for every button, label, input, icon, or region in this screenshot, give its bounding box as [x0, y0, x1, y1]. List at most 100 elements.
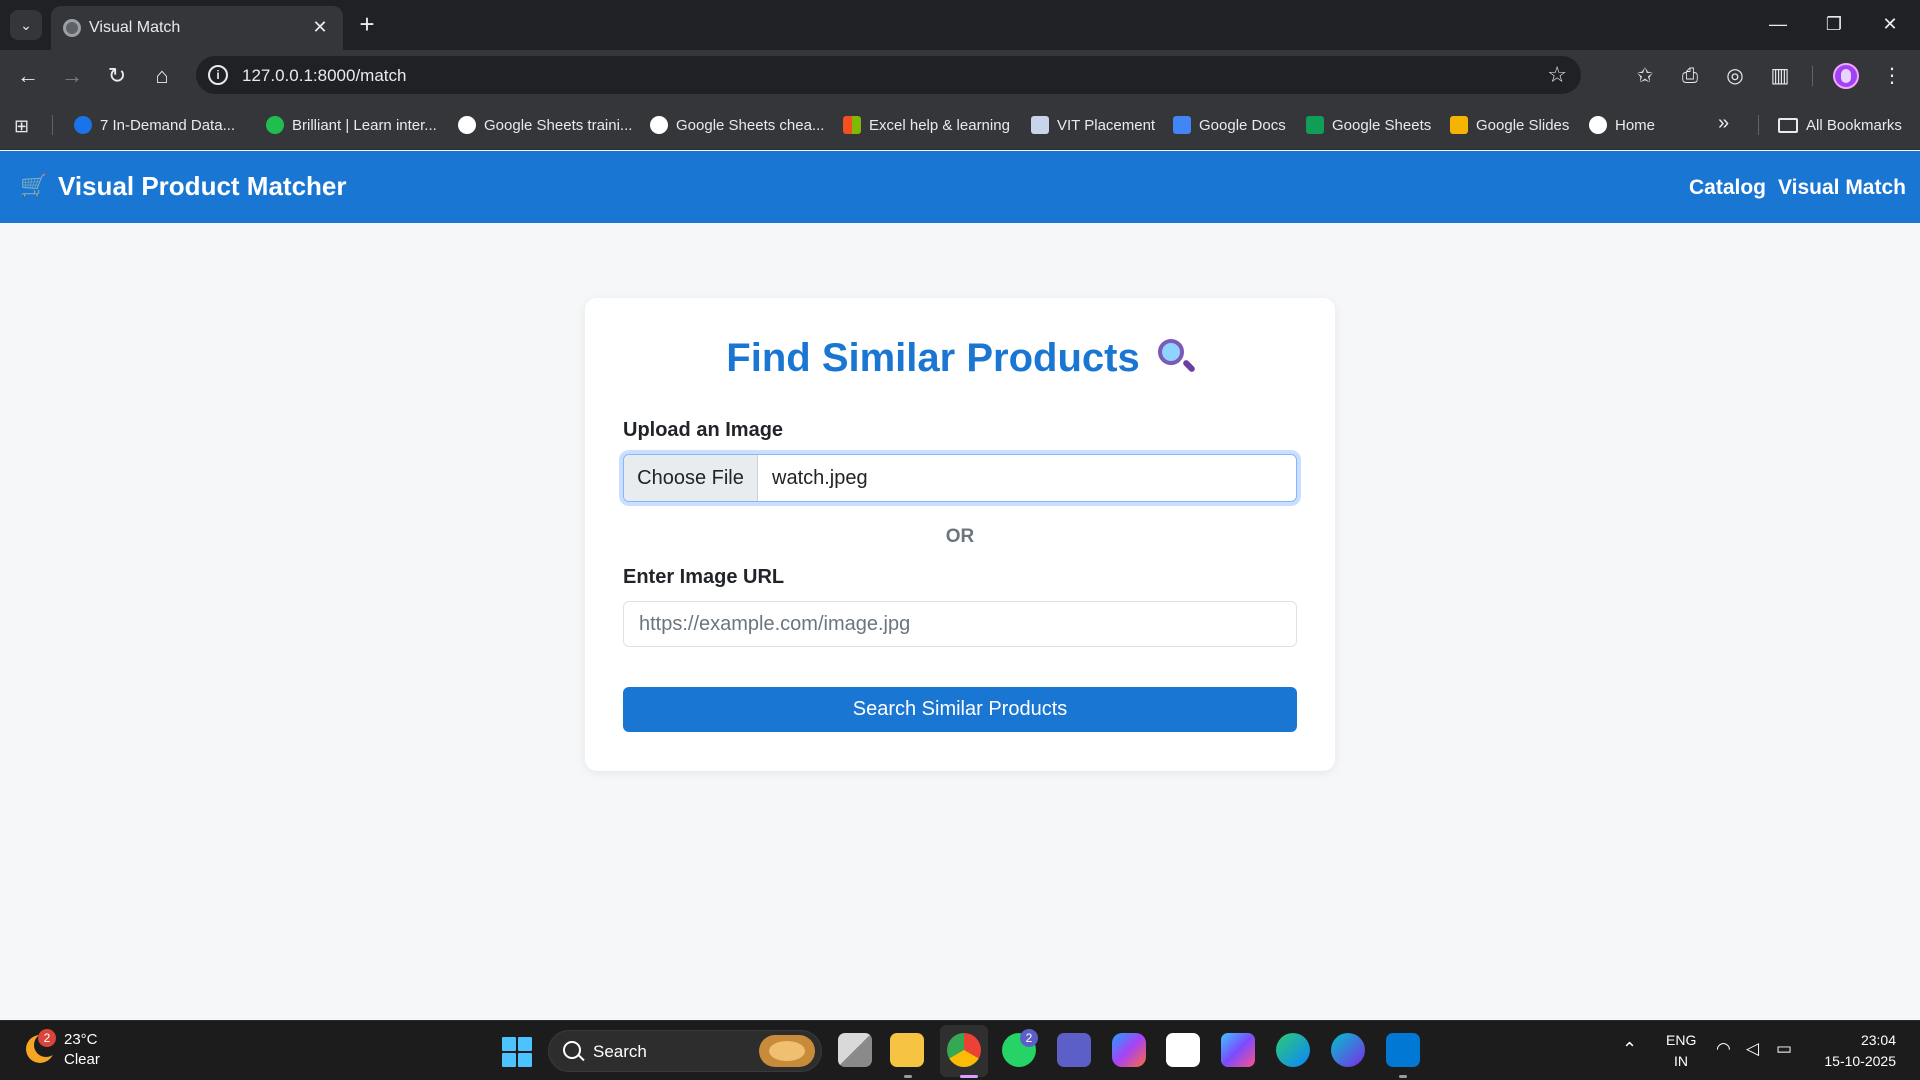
nav-link-visual-match[interactable]: Visual Match	[1778, 176, 1906, 200]
whatsapp-badge: 2	[1020, 1029, 1038, 1047]
screenshot-icon[interactable]: ◎	[1720, 61, 1750, 91]
more-bookmarks-icon[interactable]: »	[1718, 112, 1729, 135]
windows-start-icon[interactable]	[502, 1037, 532, 1067]
weather-temperature[interactable]: 23°C	[64, 1031, 98, 1048]
page-title: Find Similar Products	[585, 336, 1335, 381]
bookmark-item[interactable]: VIT Placement	[1031, 113, 1155, 137]
bookmark-item[interactable]: Google Slides	[1450, 113, 1569, 137]
new-tab-button[interactable]: +	[352, 10, 382, 40]
wifi-icon[interactable]: ◠	[1716, 1039, 1731, 1059]
reading-mode-icon[interactable]: ▥	[1765, 61, 1795, 91]
bookmark-item[interactable]: Google Sheets chea...	[650, 113, 824, 137]
google-icon	[650, 116, 668, 134]
arrow-right-icon: →	[61, 63, 83, 88]
tab-visual-match[interactable]: Visual Match ✕	[51, 6, 343, 50]
browser-tab-strip: ⌄ Visual Match ✕ + — ❐ ✕	[0, 0, 1920, 50]
running-indicator	[904, 1075, 912, 1078]
selected-file-name: watch.jpeg	[772, 467, 868, 489]
slides-icon	[1450, 116, 1468, 134]
volume-icon[interactable]: ◁	[1746, 1039, 1759, 1059]
bookmark-item[interactable]: Google Docs	[1173, 113, 1286, 137]
choose-file-button[interactable]: Choose File	[624, 455, 758, 501]
profile-avatar[interactable]	[1833, 63, 1859, 89]
taskbar-search[interactable]: Search	[548, 1030, 822, 1072]
canva-icon[interactable]	[1331, 1033, 1365, 1067]
weather-condition[interactable]: Clear	[64, 1051, 100, 1068]
tab-title: Visual Match	[89, 19, 181, 36]
chevron-down-icon: ⌄	[20, 16, 32, 33]
bookmarks-separator	[52, 115, 53, 135]
upload-label: Upload an Image	[623, 419, 784, 441]
docs-icon	[1173, 116, 1191, 134]
teams-icon[interactable]	[1057, 1033, 1091, 1067]
clock-date[interactable]: 15-10-2025	[1824, 1053, 1896, 1069]
copilot-icon[interactable]	[1112, 1033, 1146, 1067]
bookmark-item[interactable]: Brilliant | Learn inter...	[266, 113, 437, 137]
search-highlight-image	[759, 1035, 815, 1067]
image-url-input[interactable]	[623, 601, 1297, 647]
windows-taskbar: 2 23°C Clear Search 2 ⌃ ENG IN ◠ ◁ ▭ 23:…	[0, 1020, 1920, 1080]
show-hidden-icons-chevron[interactable]: ⌃	[1622, 1039, 1637, 1060]
bookmark-item[interactable]: Google Sheets	[1306, 113, 1431, 137]
battery-icon[interactable]: ▭	[1776, 1039, 1792, 1059]
microsoft-icon	[843, 116, 861, 134]
magnifier-icon	[1156, 337, 1196, 375]
bookmarks-bar: ⊞ 7 In-Demand Data... Brilliant | Learn …	[0, 100, 1920, 150]
app-navbar: 🛒 Visual Product Matcher Catalog Visual …	[0, 151, 1920, 223]
microsoft-store-icon[interactable]	[1166, 1033, 1200, 1067]
bookmark-star-icon[interactable]: ☆	[1547, 62, 1567, 88]
weather-badge: 2	[38, 1029, 56, 1047]
google-icon	[458, 116, 476, 134]
brand-title[interactable]: Visual Product Matcher	[58, 171, 347, 202]
bookmark-item[interactable]: Google Sheets traini...	[458, 113, 632, 137]
address-bar[interactable]: i 127.0.0.1:8000/match ☆	[196, 56, 1581, 94]
file-explorer-icon[interactable]	[890, 1033, 924, 1067]
brilliant-icon	[266, 116, 284, 134]
running-indicator	[1399, 1075, 1407, 1078]
or-divider: OR	[945, 526, 975, 547]
vscode-icon[interactable]	[1386, 1033, 1420, 1067]
taskbar-search-label: Search	[593, 1042, 647, 1061]
globe-icon	[63, 19, 81, 37]
bookmark-item[interactable]: 7 In-Demand Data...	[74, 113, 235, 137]
tab-close-icon[interactable]: ✕	[309, 16, 331, 38]
bookmark-item[interactable]: Home	[1589, 113, 1655, 137]
clock-time[interactable]: 23:04	[1861, 1032, 1896, 1048]
bookmark-item[interactable]: Excel help & learning	[843, 113, 1010, 137]
m365-icon[interactable]	[1221, 1033, 1255, 1067]
coursera-icon	[74, 116, 92, 134]
back-button[interactable]: ←	[12, 60, 44, 92]
favorites-icon[interactable]: ✩	[1630, 61, 1660, 91]
folder-icon	[1778, 117, 1798, 133]
chrome-icon[interactable]	[947, 1033, 981, 1067]
bookmarks-separator	[1758, 115, 1759, 135]
url-label: Enter Image URL	[623, 566, 785, 588]
toolbar-separator	[1812, 66, 1813, 86]
address-url[interactable]: 127.0.0.1:8000/match	[242, 66, 406, 86]
tab-search-button[interactable]: ⌄	[10, 10, 42, 40]
task-view-icon[interactable]	[838, 1033, 872, 1067]
arrow-left-icon: ←	[17, 63, 39, 88]
sheets-icon	[1306, 116, 1324, 134]
home-button[interactable]: ⌂	[146, 60, 178, 92]
active-indicator	[960, 1075, 978, 1078]
all-bookmarks-button[interactable]: All Bookmarks	[1778, 113, 1902, 137]
language-indicator[interactable]: ENG	[1666, 1032, 1696, 1048]
region-indicator[interactable]: IN	[1674, 1053, 1688, 1069]
menu-kebab-icon[interactable]: ⋮	[1877, 61, 1907, 91]
close-window-button[interactable]: ✕	[1870, 8, 1910, 40]
home-icon: ⌂	[155, 63, 169, 88]
reload-button[interactable]: ↻	[101, 60, 133, 92]
apps-grid-icon[interactable]: ⊞	[14, 116, 34, 136]
match-form-card: Find Similar Products Upload an Image Ch…	[585, 298, 1335, 771]
print-icon[interactable]: ⎙	[1675, 61, 1705, 91]
search-similar-button[interactable]: Search Similar Products	[623, 687, 1297, 732]
nav-link-catalog[interactable]: Catalog	[1689, 176, 1766, 200]
minimize-button[interactable]: —	[1758, 8, 1798, 40]
reload-icon: ↻	[107, 63, 127, 88]
forward-button[interactable]: →	[56, 60, 88, 92]
edge-icon[interactable]	[1276, 1033, 1310, 1067]
restore-button[interactable]: ❐	[1814, 8, 1854, 40]
file-upload-input[interactable]: Choose File watch.jpeg	[623, 454, 1297, 502]
site-info-icon[interactable]: i	[208, 65, 228, 85]
